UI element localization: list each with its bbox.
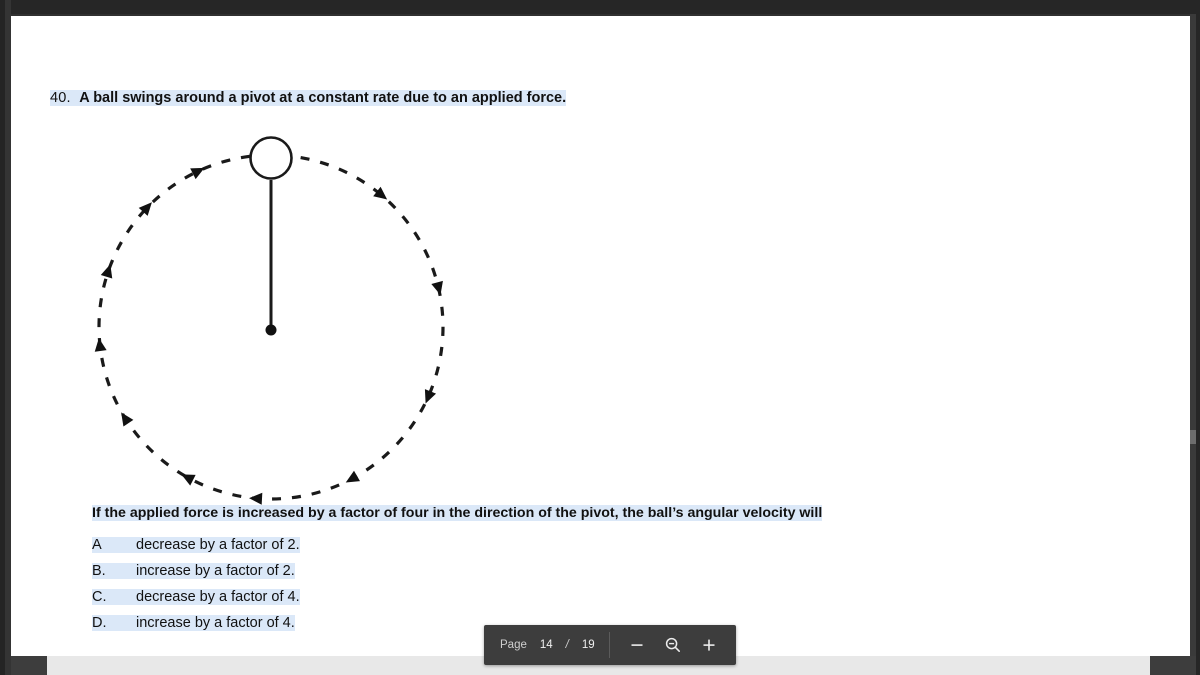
plus-icon <box>703 639 715 651</box>
viewer-right-edge <box>1196 0 1200 675</box>
zoom-controls-group <box>610 625 736 665</box>
answer-letter: B. <box>92 563 106 579</box>
ball <box>249 136 293 180</box>
current-page-value[interactable]: 14 <box>540 639 553 651</box>
question-prompt: If the applied force is increased by a f… <box>92 503 823 523</box>
answer-choice-b[interactable]: B. increase by a factor of 2. <box>92 561 512 587</box>
viewer-bottom-right-block <box>1150 656 1196 675</box>
answer-text: increase by a factor of 2. <box>136 563 295 579</box>
answer-choice-a[interactable]: Adecrease by a factor of 2. <box>92 535 512 561</box>
pdf-viewer-root: 40. A ball swings around a pivot at a co… <box>0 0 1200 675</box>
answer-text: decrease by a factor of 2. <box>136 537 300 553</box>
zoom-in-button[interactable] <box>694 630 724 660</box>
answer-text: decrease by a factor of 4. <box>136 589 300 605</box>
answer-choice-c[interactable]: C. decrease by a factor of 4. <box>92 587 512 613</box>
page-indicator-group: Page 14 / 19 <box>484 625 609 665</box>
answer-choice-d[interactable]: D. increase by a factor of 4. <box>92 613 512 639</box>
total-pages-value: 19 <box>581 639 595 651</box>
answer-letter: C. <box>92 589 107 605</box>
ball-swinging-diagram <box>71 121 471 521</box>
minus-icon <box>631 644 643 646</box>
answer-letter: A <box>92 537 102 553</box>
question-title: A ball swings around a pivot at a consta… <box>79 90 567 106</box>
pdf-page-canvas: 40. A ball swings around a pivot at a co… <box>11 16 1190 656</box>
viewer-bottom-left-block <box>11 656 47 675</box>
question-prompt-text: If the applied force is increased by a f… <box>92 505 823 521</box>
answer-text: increase by a factor of 4. <box>136 615 295 631</box>
answer-letter: D. <box>92 615 107 631</box>
viewer-top-bar <box>0 0 1200 14</box>
answer-choices-list: Adecrease by a factor of 2. B. increase b… <box>92 535 512 639</box>
pivot-point <box>265 324 277 336</box>
page-navigation-toolbar: Page 14 / 19 <box>484 625 736 665</box>
page-separator: / <box>565 639 569 651</box>
question-stem: 40. A ball swings around a pivot at a co… <box>50 88 567 109</box>
question-number: 40. <box>50 90 71 106</box>
viewer-left-edge <box>0 0 5 675</box>
magnifier-minus-icon <box>665 637 680 652</box>
zoom-out-button[interactable] <box>622 630 652 660</box>
page-label: Page <box>500 639 527 651</box>
zoom-reset-button[interactable] <box>658 630 688 660</box>
